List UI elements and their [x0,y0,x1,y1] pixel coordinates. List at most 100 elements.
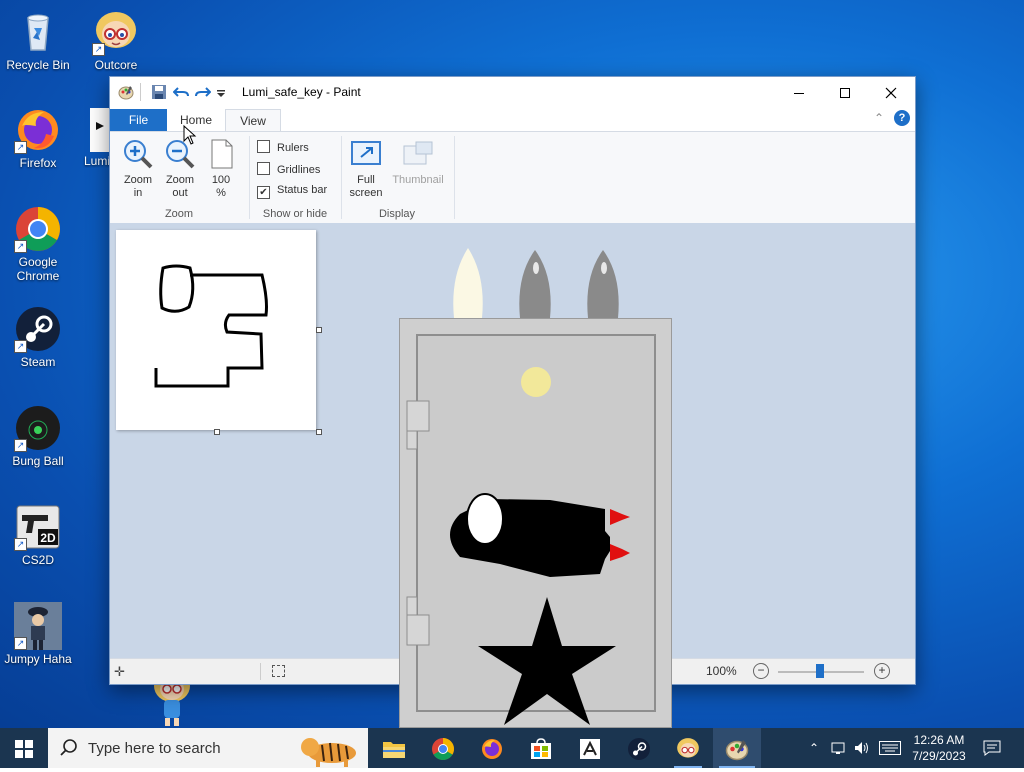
clock[interactable]: 12:26 AM 7/29/2023 [906,728,972,772]
paint-app-icon [725,739,749,761]
volume-icon[interactable] [853,728,871,768]
rulers-checkbox[interactable]: Rulers [257,140,309,154]
taskbar-outcore[interactable] [664,728,712,768]
desktop-icon-steam[interactable]: ↗ Steam [0,305,76,369]
zoom-in-button[interactable]: Zoom in [119,138,157,200]
zoom-100-label-2: % [216,187,226,199]
customize-quick-access-icon[interactable] [216,84,226,100]
zoom-out-small-button[interactable]: − [753,663,769,679]
zoom-100-label-1: 100 [211,174,231,186]
recycle-bin-icon [14,8,62,56]
safe-indicator-lights [440,246,640,320]
maximize-icon [840,88,850,99]
desktop-icon-label: Google Chrome [16,255,60,283]
undo-icon[interactable] [172,84,189,100]
group-label-zoom: Zoom [164,208,194,220]
desktop-icon-outcore[interactable]: ↗ Outcore [78,8,154,72]
rulers-label: Rulers [277,142,309,154]
page-100-icon [211,139,233,169]
tiger-search-highlight-icon [301,738,356,767]
desktop-icon-label: Bung Ball [12,454,64,468]
clock-time: 12:26 AM [913,733,965,747]
desktop-icon-firefox[interactable]: ↗ Firefox [0,106,76,170]
zoom-slider-thumb[interactable] [816,664,824,678]
keyboard-icon[interactable] [877,728,903,768]
resize-handle-corner[interactable] [316,429,322,435]
status-bar-label: Status bar [277,184,328,196]
help-icon[interactable]: ? [894,110,910,126]
status-bar-checkbox[interactable]: ✔ Status bar [257,184,327,199]
resize-handle-bottom[interactable] [214,429,220,435]
search-placeholder: Type here to search [88,740,221,757]
taskbar-paint[interactable] [713,728,761,768]
tab-file[interactable]: File [110,109,167,131]
show-hidden-icons-button[interactable]: ⌃ [805,728,823,768]
taskbar-file-explorer[interactable] [370,728,418,768]
thumbnail-button[interactable]: Thumbnail [389,138,447,187]
minimize-ribbon-icon[interactable]: ⌃ [874,111,884,125]
paint-app-icon[interactable] [118,84,134,100]
taskbar-firefox[interactable] [468,728,516,768]
network-icon[interactable] [830,728,848,768]
desktop-icon-google-chrome[interactable]: ↗ Google Chrome [0,205,76,283]
chrome-icon [432,737,454,760]
gridlines-checkbox-box[interactable] [257,162,270,175]
desktop-icon-cs2d[interactable]: 2D ↗ CS2D [0,503,76,567]
gridlines-label: Gridlines [277,164,321,176]
outcore-character-icon: ↗ [92,8,140,56]
zoom-100-button[interactable]: 100 % [203,138,239,200]
chrome-icon: ↗ [14,205,62,253]
minimize-icon [794,93,804,95]
taskbar-adobe[interactable] [566,728,614,768]
search-box[interactable]: Type here to search [48,728,368,768]
title-bar[interactable]: Lumi_safe_key - Paint [110,77,915,107]
taskbar-chrome[interactable] [419,728,467,768]
close-button[interactable] [868,77,914,107]
steam-icon: ↗ [14,305,62,353]
search-icon [60,739,77,756]
desktop-icon-label: CS2D [21,553,54,567]
bung-ball-icon: ↗ [14,404,62,452]
shortcut-arrow-icon: ↗ [14,439,27,452]
redo-icon[interactable] [195,84,212,100]
group-label-display: Display [378,208,416,220]
cursor-position-icon: ✛ [114,664,125,679]
minimize-button[interactable] [776,77,822,107]
save-icon[interactable] [151,84,167,100]
zoom-in-icon [124,140,153,169]
zoom-level-text: 100% [706,664,737,678]
shortcut-arrow-icon: ↗ [14,141,27,154]
divider [341,136,342,219]
divider [249,136,250,219]
taskbar-steam[interactable] [615,728,663,768]
shortcut-arrow-icon: ↗ [92,43,105,56]
store-icon [531,738,551,759]
desktop-icon-label: Firefox [19,156,57,170]
thumbnail-label: Thumbnail [392,174,444,186]
full-screen-button[interactable]: Full screen [346,138,386,200]
desktop-icon-jumpy-haha[interactable]: ↗ Jumpy Haha [0,602,76,666]
zoom-out-button[interactable]: Zoom out [161,138,199,200]
taskbar-store[interactable] [517,728,565,768]
shortcut-arrow-icon: ↗ [14,340,27,353]
desktop-icon-label: Jumpy Haha [4,652,72,666]
full-screen-icon [351,141,381,165]
checkmark-icon[interactable]: ✔ [257,186,270,199]
start-button[interactable] [0,728,48,768]
thumbnail-icon [403,141,433,165]
desktop-icon-recycle-bin[interactable]: Recycle Bin [0,8,76,72]
safe-image [399,318,672,728]
group-label-show-or-hide: Show or hide [262,208,328,220]
maximize-button[interactable] [822,77,868,107]
shortcut-arrow-icon: ↗ [14,240,27,253]
gridlines-checkbox[interactable]: Gridlines [257,162,320,176]
drawing-canvas[interactable] [116,230,316,430]
zoom-in-small-button[interactable]: + [874,663,890,679]
divider [140,83,141,101]
notifications-icon[interactable] [978,728,1006,768]
desktop-icon-label: Recycle Bin [6,58,70,72]
desktop-icon-bung-ball[interactable]: ↗ Bung Ball [0,404,76,468]
tab-view[interactable]: View [225,109,281,132]
resize-handle-right[interactable] [316,327,322,333]
rulers-checkbox-box[interactable] [257,140,270,153]
